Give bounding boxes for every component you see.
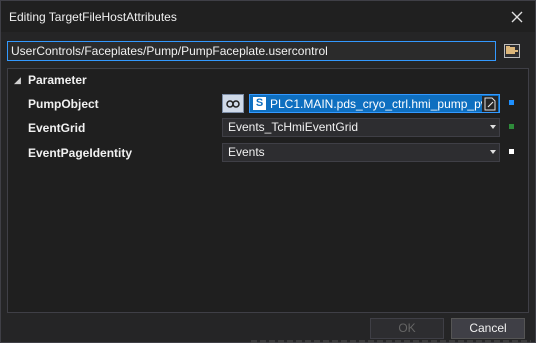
- property-name: EventPageIdentity: [28, 146, 133, 160]
- dialog-window: Editing TargetFileHostAttributes UserCon…: [0, 0, 536, 343]
- eventgrid-dropdown[interactable]: Events_TcHmiEventGrid: [222, 118, 500, 137]
- cancel-button[interactable]: Cancel: [451, 318, 525, 339]
- binding-value-field[interactable]: S PLC1.MAIN.pds_cryo_ctrl.hmi_pump_pv: [249, 94, 500, 113]
- dropdown-value: Events_TcHmiEventGrid: [228, 120, 359, 134]
- title-bar: Editing TargetFileHostAttributes: [1, 1, 535, 32]
- link-icon[interactable]: [222, 94, 244, 113]
- category-parameter[interactable]: ◢ Parameter: [8, 71, 528, 89]
- property-row-eventgrid: EventGrid Events_TcHmiEventGrid: [8, 117, 528, 139]
- dropdown-value: Events: [228, 145, 265, 159]
- folder-icon: [504, 44, 520, 58]
- ok-button[interactable]: OK: [370, 318, 444, 339]
- symbol-badge: S: [253, 97, 266, 110]
- property-row-eventpageidentity: EventPageIdentity Events: [8, 142, 528, 164]
- path-field[interactable]: UserControls/Faceplates/Pump/PumpFacepla…: [7, 41, 496, 61]
- value-marker: [509, 149, 514, 154]
- chevron-down-icon[interactable]: [490, 150, 496, 154]
- edit-binding-icon[interactable]: [482, 96, 498, 112]
- property-row-pumpobject: PumpObject S PLC1.MAIN.pds_cryo_ctrl.hmi…: [8, 93, 528, 115]
- edit-binding-glyph: [484, 97, 496, 111]
- close-icon-glyph: [511, 11, 523, 23]
- eventpageidentity-dropdown[interactable]: Events: [222, 143, 500, 162]
- close-icon[interactable]: [507, 7, 527, 27]
- binding-marker: [509, 100, 514, 105]
- binding-value: PLC1.MAIN.pds_cryo_ctrl.hmi_pump_pv: [270, 96, 485, 111]
- property-name: EventGrid: [28, 121, 86, 135]
- value-marker: [509, 124, 514, 129]
- chevron-down-icon[interactable]: [490, 125, 496, 129]
- property-grid: ◢ Parameter PumpObject S PLC1.MAIN.pds_c…: [7, 68, 529, 313]
- expand-triangle-icon[interactable]: ◢: [14, 75, 22, 86]
- property-name: PumpObject: [28, 97, 99, 111]
- category-label: Parameter: [28, 73, 87, 87]
- window-title: Editing TargetFileHostAttributes: [9, 9, 177, 24]
- folder-browse-icon[interactable]: [502, 41, 522, 61]
- link-icon-glyph: [226, 99, 240, 108]
